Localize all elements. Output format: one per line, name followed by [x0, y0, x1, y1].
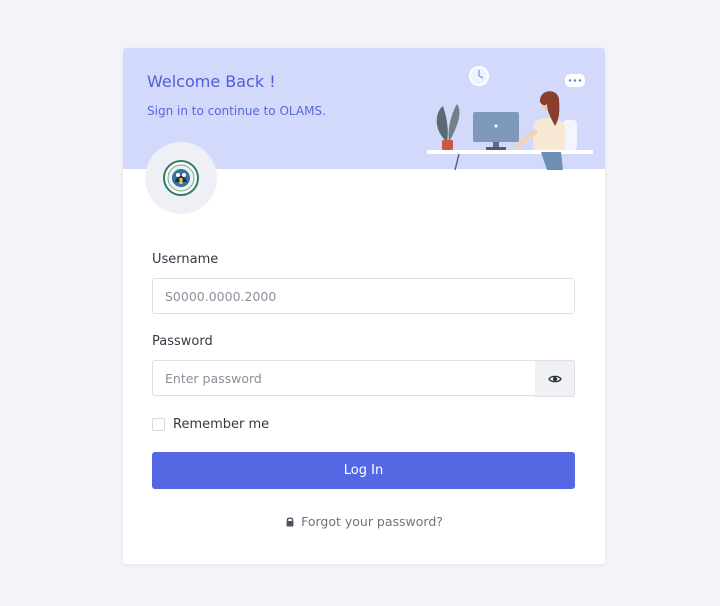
- login-button[interactable]: Log In: [152, 452, 575, 489]
- login-card: Welcome Back ! Sign in to continue to OL…: [123, 48, 605, 564]
- remember-me-row: Remember me: [152, 417, 269, 432]
- forgot-password-text: Forgot your password?: [301, 514, 443, 529]
- workspace-illustration-icon: [427, 66, 593, 170]
- remember-me-label: Remember me: [173, 417, 270, 432]
- toggle-password-visibility-button[interactable]: [535, 360, 575, 397]
- lock-icon: [285, 516, 295, 527]
- welcome-subtitle: Sign in to continue to OLAMS.: [147, 104, 326, 118]
- username-field[interactable]: [152, 278, 575, 314]
- organization-seal-icon: [163, 160, 199, 196]
- organization-logo: [145, 142, 217, 214]
- remember-me-checkbox[interactable]: [152, 418, 165, 431]
- forgot-password-link[interactable]: Forgot your password?: [123, 514, 605, 529]
- password-field[interactable]: [152, 360, 536, 396]
- username-label: Username: [152, 252, 219, 267]
- password-label: Password: [152, 334, 213, 349]
- welcome-title: Welcome Back !: [147, 72, 276, 91]
- eye-icon: [547, 375, 562, 382]
